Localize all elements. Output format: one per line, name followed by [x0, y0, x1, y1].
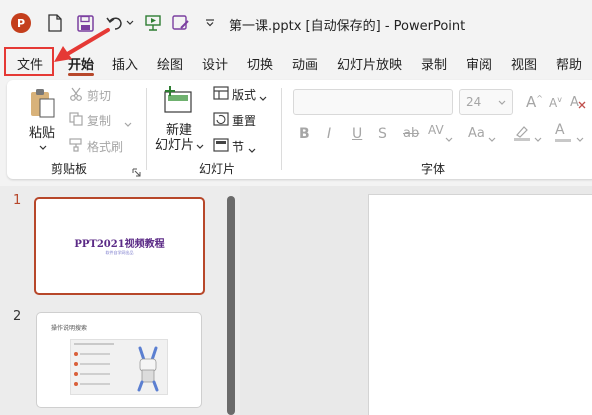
format-painter-label[interactable]: 格式刷 [87, 138, 123, 155]
save-as-icon[interactable] [170, 12, 192, 34]
text-shadow-button[interactable]: S [378, 126, 387, 142]
svg-text:A: A [570, 95, 579, 109]
italic-button[interactable]: I [327, 126, 331, 142]
format-painter-icon[interactable] [69, 138, 83, 155]
section-label[interactable]: 节 [232, 138, 244, 155]
powerpoint-app-icon[interactable]: P [10, 12, 32, 34]
ribbon-separator [281, 88, 282, 170]
slide-canvas[interactable] [368, 194, 592, 415]
slide-thumbnail-2[interactable]: 操作说明搜索 [36, 312, 202, 408]
active-tab-indicator [68, 73, 94, 76]
clipboard-group-label: 剪贴板 [51, 162, 88, 176]
slide-1-title: PPT2021视频教程 [74, 239, 165, 250]
strikethrough-icon[interactable]: ab [403, 126, 419, 141]
highlight-color-icon[interactable] [513, 124, 531, 145]
customize-toolbar-icon[interactable] [200, 12, 220, 34]
file-tab-highlight-box [4, 47, 54, 76]
slide-thumbnail-1[interactable]: PPT2021视频教程 软件自学网出品 [34, 197, 205, 295]
tab-animations[interactable]: 动画 [292, 54, 318, 73]
clear-formatting-icon[interactable]: A [569, 93, 587, 112]
ribbon-separator [146, 88, 147, 170]
cut-icon[interactable] [69, 87, 83, 104]
font-size-dropdown-icon[interactable] [498, 100, 506, 106]
change-case-dropdown-icon[interactable] [488, 132, 496, 146]
font-color-dropdown-icon[interactable] [576, 132, 584, 146]
bold-button[interactable]: B [299, 126, 310, 142]
tab-transitions[interactable]: 切换 [247, 54, 273, 73]
font-name-combobox[interactable] [293, 89, 453, 115]
tab-insert[interactable]: 插入 [112, 54, 138, 73]
slide-1-subtitle: 软件自学网出品 [105, 250, 134, 255]
font-color-icon[interactable]: A [555, 122, 573, 142]
character-spacing-dropdown-icon[interactable] [445, 132, 453, 146]
slide-2-title: 操作说明搜索 [51, 325, 88, 332]
thumbnails-scrollbar[interactable] [227, 196, 235, 415]
robot-illustration [137, 346, 159, 392]
font-color-swatch [555, 139, 571, 142]
section-dropdown-icon[interactable] [248, 143, 256, 157]
increase-font-size-icon[interactable]: A^ [526, 93, 543, 111]
decrease-font-size-icon[interactable]: Av [549, 95, 562, 110]
reset-label[interactable]: 重置 [232, 112, 256, 129]
tab-view[interactable]: 视图 [511, 54, 537, 73]
new-slide-label-line2[interactable]: 幻灯片 [155, 134, 194, 153]
tab-review[interactable]: 审阅 [466, 54, 492, 73]
tab-help[interactable]: 帮助 [556, 54, 582, 73]
annotation-arrow [54, 28, 110, 62]
window-title: 第一课.pptx [自动保存的] - PowerPoint [229, 19, 466, 34]
app-icon-letter: P [11, 13, 31, 33]
layout-label[interactable]: 版式 [232, 86, 256, 103]
clipboard-dialog-launcher-icon[interactable] [132, 166, 141, 180]
section-icon[interactable] [213, 138, 229, 155]
font-color-letter: A [555, 122, 565, 138]
reset-icon[interactable] [213, 112, 229, 129]
font-size-value: 24 [466, 95, 482, 109]
cut-label[interactable]: 剪切 [87, 87, 111, 104]
copy-label[interactable]: 复制 [87, 112, 111, 129]
slide-number-1: 1 [13, 193, 22, 208]
undo-dropdown-icon[interactable] [124, 12, 136, 34]
font-group-label: 字体 [421, 162, 446, 176]
copy-dropdown-icon[interactable] [124, 117, 132, 131]
new-slide-dropdown-icon[interactable] [196, 139, 204, 153]
highlight-dropdown-icon[interactable] [534, 132, 542, 146]
tab-record[interactable]: 录制 [421, 54, 447, 73]
underline-button[interactable]: U [352, 126, 362, 142]
tab-draw[interactable]: 绘图 [157, 54, 183, 73]
slide-2-screenshot-image [70, 339, 168, 395]
font-size-combobox[interactable]: 24 [459, 89, 513, 115]
new-slide-icon[interactable] [162, 86, 194, 119]
change-case-button[interactable]: Aa [468, 126, 485, 141]
slide-number-2: 2 [13, 309, 22, 324]
paste-dropdown-icon[interactable] [39, 140, 47, 154]
present-from-start-icon[interactable] [142, 12, 164, 34]
tab-slideshow[interactable]: 幻灯片放映 [337, 54, 402, 73]
layout-dropdown-icon[interactable] [259, 91, 267, 105]
tab-design[interactable]: 设计 [202, 54, 228, 73]
paste-icon[interactable] [28, 88, 58, 120]
character-spacing-button[interactable]: AV [428, 123, 444, 137]
layout-icon[interactable] [213, 86, 229, 103]
paste-label[interactable]: 粘贴 [29, 122, 55, 141]
slides-group-label: 幻灯片 [199, 162, 236, 176]
copy-icon[interactable] [69, 112, 83, 129]
